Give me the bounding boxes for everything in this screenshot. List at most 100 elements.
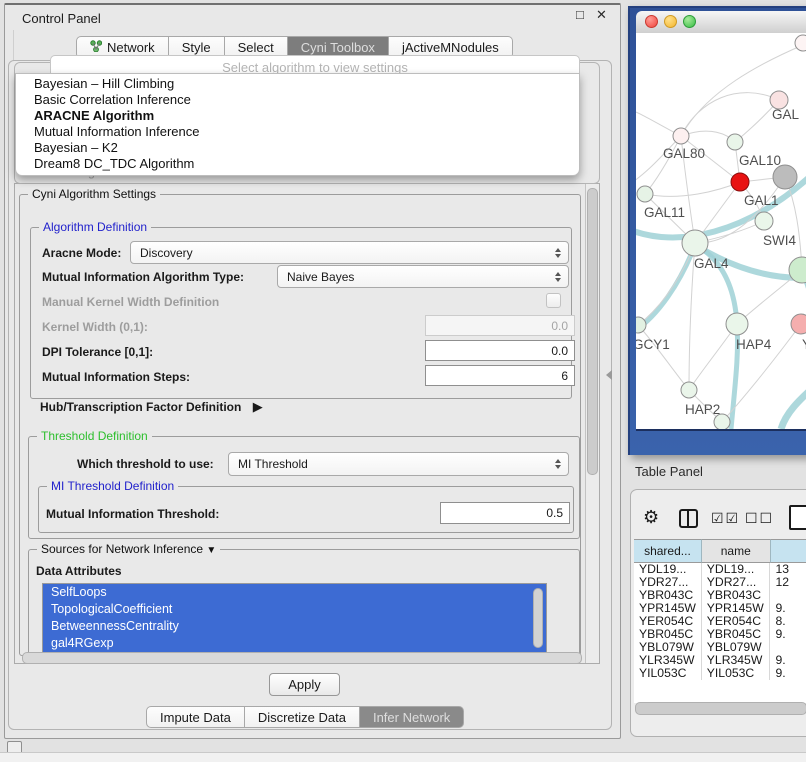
attribute-list-item[interactable]: SelfLoops <box>43 584 546 601</box>
algorithm-option[interactable]: Dream8 DC_TDC Algorithm <box>16 156 579 172</box>
network-view-window: GALGAL80GAL10GAL1GAL11SWI4GAL4GCY1HAP4YH… <box>628 6 806 455</box>
settings-horizontal-scrollbar-thumb[interactable] <box>22 652 582 664</box>
table-row[interactable]: YDR27...YDR27...12 <box>634 576 806 589</box>
table-row[interactable]: YDL19...YDL19...13 <box>634 563 806 576</box>
mi-steps-label: Mutual Information Steps: <box>42 370 190 384</box>
tab-infer-network[interactable]: Infer Network <box>360 706 464 728</box>
tab-label: Impute Data <box>160 710 231 725</box>
aracne-mode-combo[interactable]: Discovery <box>130 241 569 264</box>
column-header-extra[interactable] <box>771 539 806 563</box>
sources-title[interactable]: Sources for Network Inference ▼ <box>37 542 220 556</box>
tab-discretize-data[interactable]: Discretize Data <box>245 706 360 728</box>
settings-vertical-scrollbar[interactable] <box>585 184 599 663</box>
manual-kernel-width-checkbox[interactable] <box>546 293 561 308</box>
network-node-label: SWI4 <box>763 233 796 248</box>
algorithm-option[interactable]: Mutual Information Inference <box>16 124 579 140</box>
zoom-traffic-light[interactable] <box>683 15 696 28</box>
attribute-list-item[interactable]: TopologicalCoefficient <box>43 601 546 618</box>
attribute-list-item[interactable]: BetweennessCentrality <box>43 618 546 635</box>
splitpane-collapse-icon[interactable] <box>606 370 612 380</box>
kernel-width-input[interactable]: 0.0 <box>425 315 575 336</box>
algorithm-definition-title: Algorithm Definition <box>39 220 151 234</box>
network-node-swi4[interactable] <box>755 212 773 230</box>
table-cell: YDR27... <box>702 576 771 589</box>
mi-steps-input[interactable]: 6 <box>425 365 575 386</box>
attributes-scrollbar-thumb[interactable] <box>533 588 543 648</box>
network-node-hap4[interactable] <box>726 313 748 335</box>
table-cell <box>770 589 806 602</box>
network-canvas[interactable]: GALGAL80GAL10GAL1GAL11SWI4GAL4GCY1HAP4YH… <box>636 33 806 431</box>
table-row[interactable]: YPR145WYPR145W9. <box>634 602 806 615</box>
hub-definition-toggle[interactable]: Hub/Transcription Factor Definition ▶ <box>40 399 263 415</box>
dpi-tolerance-input[interactable]: 0.0 <box>425 340 575 361</box>
table-row[interactable]: YBR043CYBR043C <box>634 589 806 602</box>
collapse-down-icon: ▼ <box>206 545 216 556</box>
table-row[interactable]: YLR345WYLR345W9. <box>634 654 806 667</box>
settings-vertical-scrollbar-thumb[interactable] <box>587 188 598 475</box>
mi-threshold-label: Mutual Information Threshold: <box>46 507 219 521</box>
table-horizontal-scrollbar-thumb[interactable] <box>635 702 806 715</box>
checked-pair-icon[interactable]: ☑☑ <box>711 510 740 527</box>
close-traffic-light[interactable] <box>645 15 658 28</box>
algorithm-option[interactable]: ARACNE Algorithm <box>16 108 579 124</box>
algorithm-option[interactable]: Basic Correlation Inference <box>16 92 579 108</box>
attribute-list-item[interactable]: gal4RGexp <box>43 635 546 652</box>
algorithm-option[interactable]: Bayesian – Hill Climbing <box>16 76 579 92</box>
tab-label: Style <box>182 40 211 55</box>
column-header-shared...[interactable]: shared... <box>634 539 702 563</box>
network-node[interactable] <box>795 35 806 51</box>
network-node-gal10[interactable] <box>727 134 743 150</box>
close-window-button[interactable]: ✕ <box>596 7 607 23</box>
table-cell: YDL19... <box>634 563 702 576</box>
network-node[interactable] <box>773 165 797 189</box>
column-header-name[interactable]: name <box>702 539 771 563</box>
table-cell: YBR043C <box>702 589 771 602</box>
table-cell: 12 <box>770 576 806 589</box>
network-node[interactable] <box>714 414 730 430</box>
gear-icon[interactable]: ⚙ <box>643 507 659 528</box>
page-icon[interactable] <box>789 505 806 530</box>
table-cell: 9. <box>770 667 806 680</box>
data-attributes-list[interactable]: SelfLoopsTopologicalCoefficientBetweenne… <box>42 583 547 653</box>
network-edge <box>681 45 803 136</box>
table-row[interactable]: YER054CYER054C8. <box>634 615 806 628</box>
table-row[interactable]: YIL053CYIL053C9. <box>634 667 806 680</box>
minimize-traffic-light[interactable] <box>664 15 677 28</box>
network-node-gal11[interactable] <box>637 186 653 202</box>
network-window-titlebar[interactable] <box>636 11 806 34</box>
table-cell: YLR345W <box>702 654 771 667</box>
network-edge <box>645 136 681 194</box>
network-node-gal4[interactable] <box>682 230 708 256</box>
table-cell: YER054C <box>634 615 702 628</box>
stepper-icon <box>555 248 561 258</box>
aracne-mode-value: Discovery <box>131 246 555 260</box>
network-edge <box>781 385 806 429</box>
table-cell: YBR043C <box>634 589 702 602</box>
table-cell: YDL19... <box>702 563 771 576</box>
mi-threshold-input[interactable]: 0.5 <box>440 502 570 524</box>
apply-button[interactable]: Apply <box>269 673 340 696</box>
dpi-tolerance-label: DPI Tolerance [0,1]: <box>42 345 153 359</box>
table-row[interactable]: YBL079WYBL079W <box>634 641 806 654</box>
tab-label: Discretize Data <box>258 710 346 725</box>
float-window-button[interactable]: □ <box>576 7 584 22</box>
table-cell: YBL079W <box>634 641 702 654</box>
network-node-gal1[interactable] <box>731 173 749 191</box>
tab-impute-data[interactable]: Impute Data <box>146 706 245 728</box>
which-threshold-combo[interactable]: MI Threshold <box>228 452 569 476</box>
network-node-gal80[interactable] <box>673 128 689 144</box>
table-row[interactable]: YBR045CYBR045C9. <box>634 628 806 641</box>
cyni-algorithm-settings-title: Cyni Algorithm Settings <box>28 187 160 201</box>
algorithm-option[interactable]: Bayesian – K2 <box>16 140 579 156</box>
window-title: Control Panel <box>22 11 101 26</box>
network-node-label: GCY1 <box>636 337 670 352</box>
table-cell: YER054C <box>702 615 771 628</box>
mi-algorithm-type-combo[interactable]: Naive Bayes <box>277 265 569 288</box>
split-columns-icon[interactable] <box>679 509 698 528</box>
unchecked-pair-icon[interactable]: ☐☐ <box>745 510 774 527</box>
aracne-mode-label: Aracne Mode: <box>42 246 121 260</box>
network-node-y[interactable] <box>791 314 806 334</box>
which-threshold-label: Which threshold to use: <box>77 457 214 471</box>
network-node-hap2[interactable] <box>681 382 697 398</box>
table-cell: 8. <box>770 615 806 628</box>
